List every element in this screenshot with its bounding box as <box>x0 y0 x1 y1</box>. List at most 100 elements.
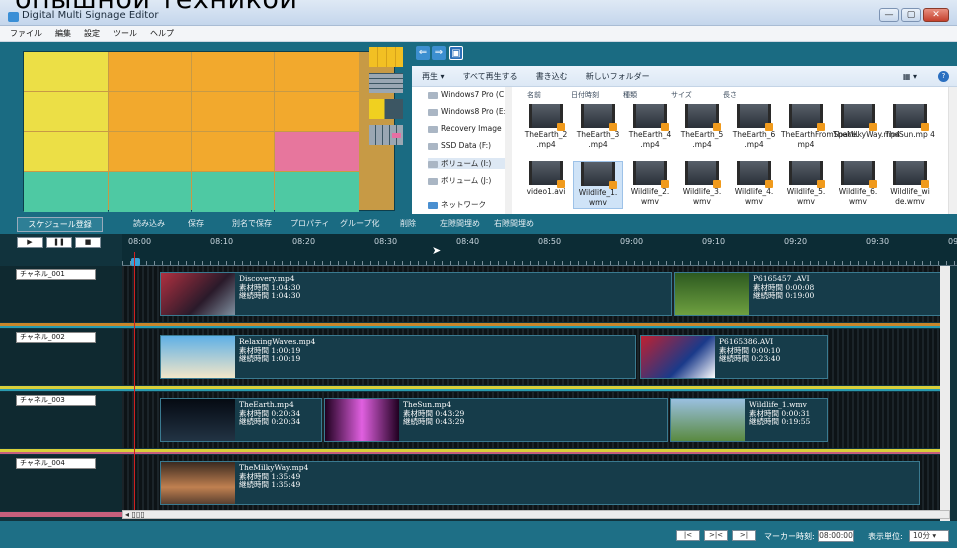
file-thumbnail[interactable]: TheSun.mp 4 <box>885 104 935 140</box>
preview-cell[interactable] <box>275 52 359 91</box>
load-button[interactable]: 読み込み <box>133 218 165 229</box>
channel-lane[interactable]: TheEarth.mp4 素材時間 0:20:34 継続時間 0:20:34 TheS… <box>122 392 950 448</box>
close-button[interactable]: ✕ <box>923 8 949 22</box>
timeline-clip[interactable]: Discovery.mp4 素材時間 1:04:30 継続時間 1:04:30 <box>160 272 672 316</box>
timeline-clip[interactable]: P6165457 .AVI 素材時間 0:00:08 継続時間 0:19:00 <box>674 272 950 316</box>
preview-cell[interactable] <box>24 132 108 171</box>
channel-name[interactable]: チャネル_003 <box>16 395 96 406</box>
file-thumbnail[interactable]: Wildlife_1. wmv <box>573 161 623 209</box>
file-thumbnail[interactable]: TheEarthFromSpace. mp4 <box>781 104 859 150</box>
fill-left-gap-button[interactable]: 左隙間埋め <box>440 218 480 229</box>
timeline-clip[interactable]: TheMilkyWay.mp4 素材時間 1:35:49 継続時間 1:35:49 <box>160 461 920 505</box>
column-name[interactable]: 名前 <box>527 90 541 100</box>
view-options-button[interactable]: ▦ ▾ <box>903 72 917 81</box>
file-thumbnail[interactable]: TheEarth_6 .mp4 <box>729 104 779 150</box>
play-menu-button[interactable]: 再生 ▾ <box>422 71 445 82</box>
tree-item-ssd[interactable]: SSD Data (F:) <box>428 141 510 150</box>
file-thumbnail[interactable]: Wildlife_wi de.wmv <box>885 161 935 207</box>
time-ruler[interactable]: 08:00 08:10 08:20 08:30 08:40 08:50 09:00 09:10… <box>122 234 957 266</box>
schedule-register-button[interactable]: スケジュール登録 <box>17 217 103 232</box>
maximize-button[interactable]: ▢ <box>901 8 921 22</box>
channel-lane[interactable]: RelaxingWaves.mp4 素材時間 1:00:19 継続時間 1:00:1… <box>122 329 950 385</box>
file-thumbnail[interactable]: Wildlife_6. wmv <box>833 161 883 207</box>
timeline-clip[interactable]: P6165386.AVI 素材時間 0:00:10 継続時間 0:23:40 <box>640 335 828 379</box>
file-thumbnail[interactable]: TheEarth_3 .mp4 <box>573 104 623 150</box>
preview-cell[interactable] <box>24 52 108 91</box>
jump-start-button[interactable]: |< <box>676 530 700 541</box>
folder-up-icon[interactable]: ▣ <box>449 46 463 60</box>
file-thumbnail[interactable]: TheEarth_4 .mp4 <box>625 104 675 150</box>
help-icon[interactable]: ? <box>938 70 949 82</box>
layout-preview[interactable] <box>23 51 395 212</box>
delete-button[interactable]: 削除 <box>400 218 416 229</box>
preview-cell[interactable] <box>109 52 191 91</box>
column-type[interactable]: 種類 <box>623 90 637 100</box>
column-date[interactable]: 日付時刻 <box>571 90 599 100</box>
layout-preset-4[interactable] <box>369 125 403 145</box>
timeline-vertical-scrollbar[interactable] <box>940 266 950 521</box>
timeline-horizontal-scrollbar[interactable]: ◂ ▯▯▯ <box>122 510 950 519</box>
file-thumbnail[interactable]: TheEarth_2 .mp4 <box>521 104 571 150</box>
play-all-button[interactable]: すべて再生する <box>463 71 518 82</box>
tree-item-windows8[interactable]: Windows8 Pro (E: <box>428 107 510 116</box>
channel-name[interactable]: チャネル_001 <box>16 269 96 280</box>
minimize-button[interactable]: — <box>879 8 899 22</box>
tree-item-volume-j[interactable]: ボリューム (J:) <box>428 175 510 186</box>
marker-time-field[interactable]: 08:00:00 <box>818 530 854 542</box>
forward-arrow-icon[interactable]: ⇒ <box>432 46 446 60</box>
channel-name[interactable]: チャネル_004 <box>16 458 96 469</box>
preview-cell[interactable] <box>24 172 108 212</box>
file-thumbnail[interactable]: TheEarth_5 .mp4 <box>677 104 727 150</box>
timeline-clip[interactable]: TheSun.mp4 素材時間 0:43:29 継続時間 0:43:29 <box>324 398 668 442</box>
preview-cell[interactable] <box>109 92 191 131</box>
preview-cell[interactable] <box>192 52 274 91</box>
layout-preset-2[interactable] <box>369 73 403 93</box>
layout-preset-1[interactable] <box>369 47 403 67</box>
save-button[interactable]: 保存 <box>188 218 204 229</box>
menu-file[interactable]: ファイル <box>10 26 42 41</box>
fill-right-gap-button[interactable]: 右隙間埋め <box>494 218 534 229</box>
file-thumbnail[interactable]: Wildlife_4. wmv <box>729 161 779 207</box>
play-button[interactable]: ▶ <box>17 237 43 248</box>
tree-item-windows7[interactable]: Windows7 Pro (C: <box>428 90 510 99</box>
preview-cell[interactable] <box>109 132 191 171</box>
tree-item-volume-i[interactable]: ボリューム (I:) <box>428 158 510 169</box>
stop-button[interactable]: ■ <box>75 237 101 248</box>
jump-marker-button[interactable]: >|< <box>704 530 728 541</box>
file-thumbnail[interactable]: video1.avi <box>521 161 571 197</box>
group-button[interactable]: グループ化 <box>340 218 380 229</box>
pause-button[interactable]: ❚❚ <box>46 237 72 248</box>
file-thumbnail[interactable]: Wildlife_5. wmv <box>781 161 831 207</box>
menu-help[interactable]: ヘルプ <box>150 26 174 41</box>
file-thumbnail[interactable]: TheMilkyWay.mp4 <box>833 104 900 140</box>
preview-cell[interactable] <box>275 172 359 212</box>
burn-button[interactable]: 書き込む <box>536 71 568 82</box>
column-size[interactable]: サイズ <box>671 90 692 100</box>
playhead-handle[interactable] <box>131 258 140 266</box>
column-length[interactable]: 長さ <box>723 90 737 100</box>
preview-cell[interactable] <box>192 172 274 212</box>
display-unit-select[interactable]: 10分 ▾ <box>909 530 949 542</box>
properties-button[interactable]: プロパティ <box>290 218 330 229</box>
channel-name[interactable]: チャネル_002 <box>16 332 96 343</box>
tree-item-recovery[interactable]: Recovery Image <box>428 124 510 133</box>
timeline-clip[interactable]: Wildlife_1.wmv 素材時間 0:00:31 継続時間 0:19:55 <box>670 398 828 442</box>
menu-edit[interactable]: 編集 <box>55 26 71 41</box>
new-folder-button[interactable]: 新しいフォルダー <box>586 71 650 82</box>
channel-lane[interactable]: TheMilkyWay.mp4 素材時間 1:35:49 継続時間 1:35:49 <box>122 455 950 511</box>
timeline-clip[interactable]: TheEarth.mp4 素材時間 0:20:34 継続時間 0:20:34 <box>160 398 322 442</box>
channel-lane[interactable]: Discovery.mp4 素材時間 1:04:30 継続時間 1:04:30 P61… <box>122 266 950 322</box>
menu-tools[interactable]: ツール <box>113 26 137 41</box>
menu-settings[interactable]: 設定 <box>84 26 100 41</box>
preview-cell[interactable] <box>192 92 274 131</box>
file-thumbnail[interactable]: Wildlife_2. wmv <box>625 161 675 207</box>
timeline-clip[interactable]: RelaxingWaves.mp4 素材時間 1:00:19 継続時間 1:00:1… <box>160 335 636 379</box>
preview-cell[interactable] <box>192 132 274 171</box>
preview-cell[interactable] <box>109 172 191 212</box>
jump-end-button[interactable]: >| <box>732 530 756 541</box>
preview-cell[interactable] <box>275 92 359 131</box>
file-thumbnail[interactable]: Wildlife_3. wmv <box>677 161 727 207</box>
tree-item-network[interactable]: ネットワーク <box>428 199 510 210</box>
back-arrow-icon[interactable]: ⇐ <box>416 46 430 60</box>
preview-cell[interactable] <box>275 132 359 171</box>
